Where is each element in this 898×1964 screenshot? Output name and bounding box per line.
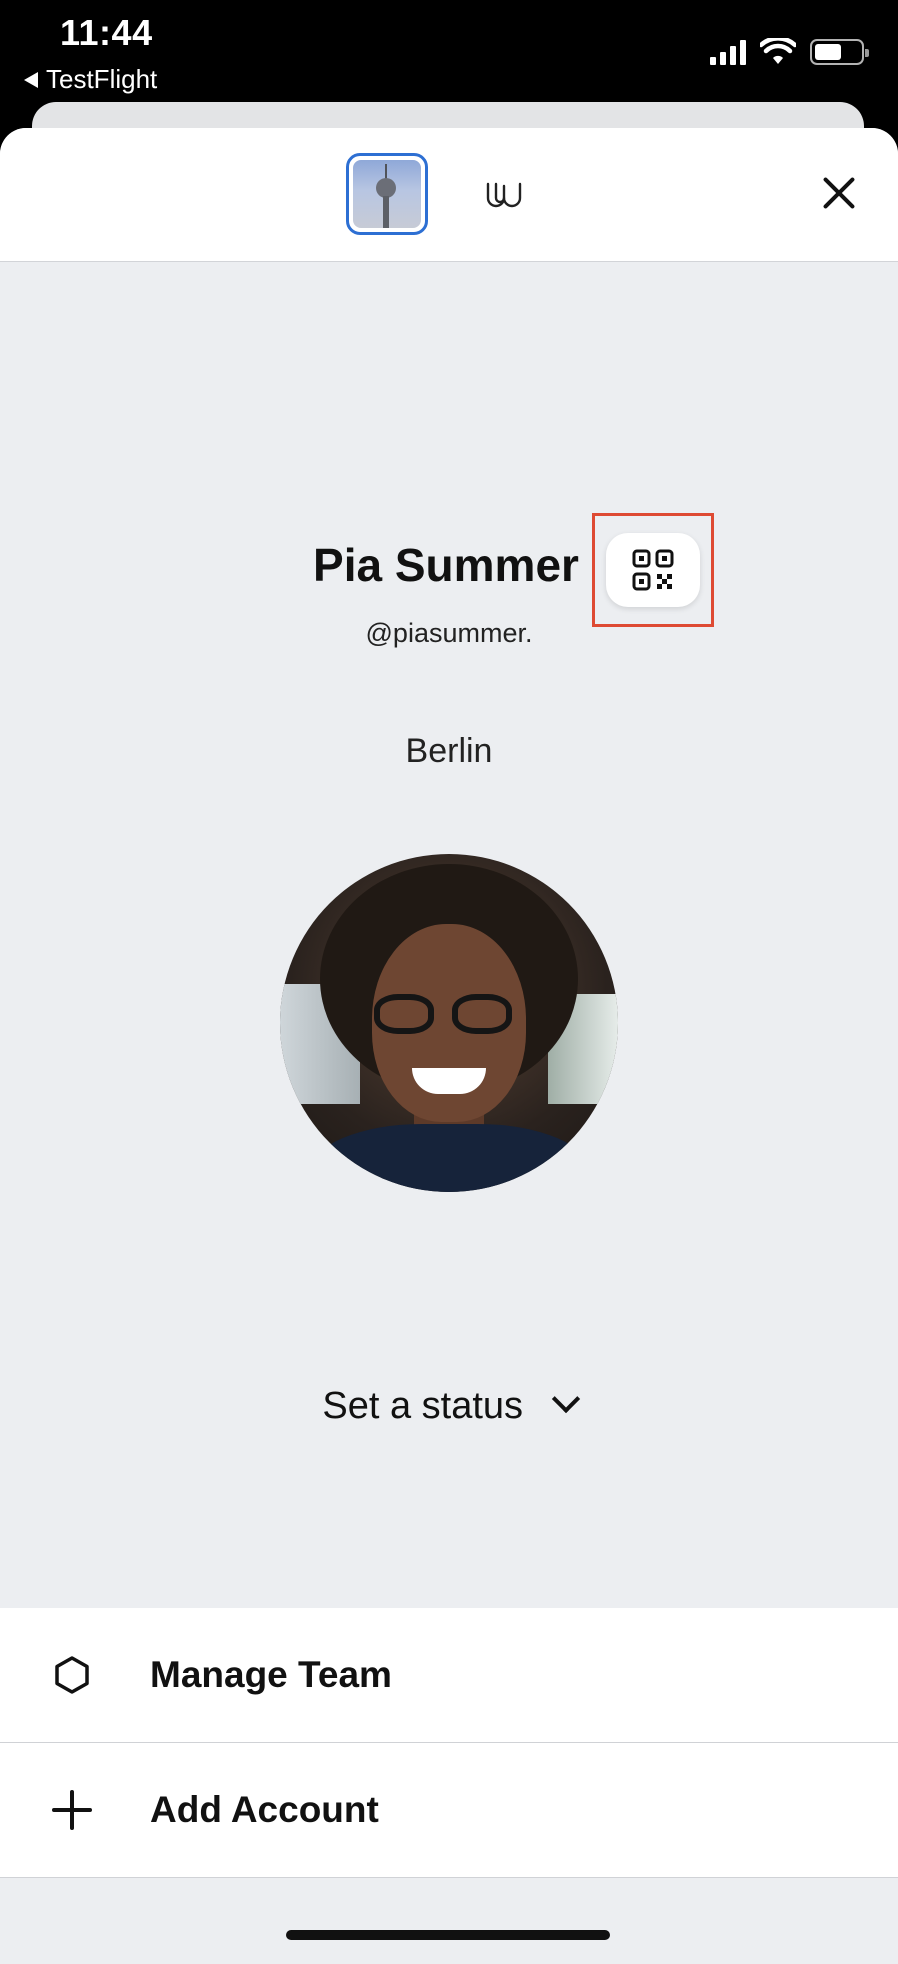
profile-location: Berlin [405, 732, 493, 770]
menu-item-manage-team[interactable]: Manage Team [0, 1608, 898, 1743]
wifi-icon [760, 38, 796, 64]
tv-tower-image [353, 160, 421, 228]
menu-item-add-account[interactable]: Add Account [0, 1743, 898, 1878]
team-avatar-button[interactable] [346, 153, 428, 235]
plus-icon [50, 1788, 94, 1832]
profile-name-text: Pia Summer [313, 539, 579, 591]
menu-item-label: Add Account [150, 1789, 379, 1830]
profile-handle: @piasummer. [365, 618, 533, 648]
clock-time: 11:44 [60, 12, 153, 53]
profile-name: Pia Summer [0, 538, 898, 592]
chevron-down-icon [551, 1384, 580, 1414]
qr-code-icon [632, 549, 674, 591]
set-status-button[interactable]: Set a status [0, 1384, 898, 1428]
profile-avatar[interactable] [280, 854, 618, 1192]
home-indicator [286, 1930, 610, 1940]
wire-logo-icon[interactable] [486, 176, 524, 217]
back-to-app-link[interactable]: TestFlight [24, 64, 157, 95]
back-arrow-icon [24, 71, 38, 88]
account-sheet: Pia Summer @piasummer. Berlin Set a stat… [0, 128, 898, 1964]
signal-icon [710, 39, 746, 65]
back-app-label: TestFlight [46, 64, 158, 94]
sheet-header [0, 128, 898, 262]
set-status-label: Set a status [322, 1385, 524, 1428]
battery-icon [810, 39, 869, 65]
menu-item-label: Manage Team [150, 1654, 392, 1695]
hexagon-icon [50, 1653, 94, 1697]
account-menu: Manage Team Add Account [0, 1608, 898, 1878]
wire-logo-glyph [486, 182, 522, 208]
system-icons [710, 38, 869, 66]
close-icon[interactable] [816, 170, 862, 216]
qr-code-button[interactable] [606, 533, 700, 607]
